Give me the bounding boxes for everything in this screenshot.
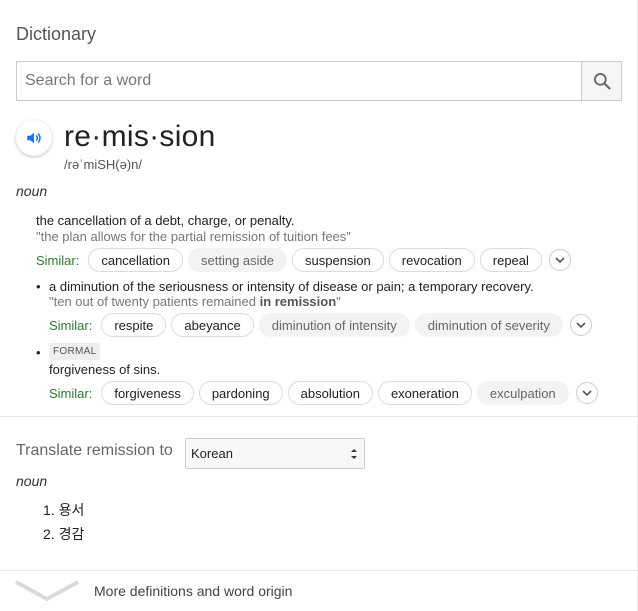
speaker-icon <box>27 132 41 144</box>
example-close-quote: " <box>336 294 341 309</box>
expand-similar-button[interactable] <box>548 249 571 271</box>
similar-row: Similar: cancellation setting aside susp… <box>36 248 571 272</box>
translation-item: 2. 경감 <box>43 526 85 542</box>
part-of-speech: noun <box>16 183 48 199</box>
search-icon <box>593 73 611 90</box>
translation-item: 1. 용서 <box>43 502 85 518</box>
similar-chip[interactable]: exoneration <box>377 381 472 405</box>
similar-label: Similar: <box>49 385 93 401</box>
card-title: Dictionary <box>16 24 97 44</box>
example: "the plan allows for the partial remissi… <box>36 229 351 244</box>
bullet: • <box>36 345 41 360</box>
example-text: "ten out of twenty patients remained <box>49 294 260 309</box>
chevron-down-icon <box>15 580 79 602</box>
translate-part-of-speech: noun <box>16 473 48 489</box>
example: "ten out of twenty patients remained in … <box>49 294 341 309</box>
similar-chip[interactable]: suspension <box>292 248 384 272</box>
similar-chip[interactable]: cancellation <box>88 248 183 272</box>
expand-similar-button[interactable] <box>575 382 598 404</box>
search-box <box>16 61 622 101</box>
similar-row: Similar: respite abeyance diminution of … <box>49 313 592 337</box>
select-arrows-icon <box>351 449 357 459</box>
bullet: • <box>36 279 41 294</box>
similar-chip[interactable]: setting aside <box>188 248 287 272</box>
chevron-down-icon <box>555 257 565 264</box>
similar-label: Similar: <box>36 252 80 268</box>
similar-chip[interactable]: forgiveness <box>101 381 194 405</box>
more-definitions-label: More definitions and word origin <box>94 583 293 599</box>
similar-chip[interactable]: revocation <box>388 248 475 272</box>
definition: the cancellation of a debt, charge, or p… <box>36 213 295 228</box>
similar-chip[interactable]: exculpation <box>476 381 569 405</box>
language-select-value: Korean <box>191 446 233 461</box>
search-input[interactable] <box>17 62 581 100</box>
register-tag: FORMAL <box>49 343 101 360</box>
pronunciation-button[interactable] <box>16 120 52 156</box>
phonetic: /rəˈmiSH(ə)n/ <box>64 157 143 172</box>
similar-row: Similar: forgiveness pardoning absolutio… <box>49 381 598 405</box>
similar-chip[interactable]: diminution of severity <box>414 313 563 337</box>
definition: a diminution of the seriousness or inten… <box>49 279 534 294</box>
similar-chip[interactable]: pardoning <box>198 381 283 405</box>
similar-label: Similar: <box>49 317 93 333</box>
example-highlight: in remission <box>259 294 337 309</box>
chevron-down-icon <box>582 390 592 397</box>
similar-chip[interactable]: diminution of intensity <box>258 313 410 337</box>
chevron-down-icon <box>576 322 586 329</box>
translate-label: Translate remission to <box>16 442 173 459</box>
search-button[interactable] <box>581 62 621 100</box>
dictionary-card: Dictionary re·mis·sion /rəˈmiSH(ə)n/ nou… <box>0 0 638 611</box>
expand-similar-button[interactable] <box>569 314 592 336</box>
similar-chip[interactable]: absolution <box>287 381 373 405</box>
similar-chip[interactable]: respite <box>101 313 167 337</box>
more-definitions-link[interactable]: More definitions and word origin <box>0 571 638 611</box>
definition: forgiveness of sins. <box>49 362 161 377</box>
section-divider <box>0 416 638 417</box>
language-select[interactable]: Korean <box>185 438 365 469</box>
similar-chip[interactable]: repeal <box>479 248 542 272</box>
similar-chip[interactable]: abeyance <box>171 313 254 337</box>
headword: re·mis·sion <box>64 120 216 153</box>
